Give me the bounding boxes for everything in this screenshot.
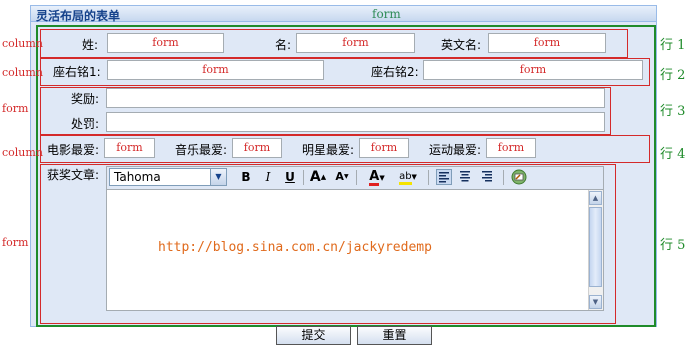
bold-button[interactable]: B <box>237 168 255 186</box>
favorite-sport-label: 运动最爱: <box>429 143 482 157</box>
motto2-label: 座右铭2: <box>371 65 419 79</box>
down-caret-icon: ▼ <box>343 173 349 180</box>
chevron-down-icon: ▼ <box>379 174 385 182</box>
motto1-label: 座右铭1: <box>53 65 101 79</box>
reward-field[interactable] <box>106 88 605 108</box>
highlight-button[interactable]: ab▼ <box>394 168 422 186</box>
font-color-button[interactable]: A▼ <box>364 168 390 186</box>
favorite-star-field[interactable]: form <box>359 138 409 158</box>
favorite-music-label: 音乐最爱: <box>175 143 228 157</box>
shrink-text-button[interactable]: A▼ <box>333 168 351 186</box>
row4-row-label: 行 4 <box>660 147 685 162</box>
up-caret-icon: ▲ <box>320 173 327 181</box>
favorite-movie-label: 电影最爱: <box>47 143 100 157</box>
grow-text-icon: A <box>309 169 321 185</box>
scroll-down-icon[interactable]: ▼ <box>589 295 602 309</box>
editor-content-text: http://blog.sina.com.cn/jackyredemp <box>158 240 432 255</box>
row2-row-label: 行 2 <box>660 68 685 83</box>
row3-row-label: 行 3 <box>660 104 685 119</box>
chevron-down-icon: ▼ <box>411 173 417 181</box>
source-edit-button[interactable] <box>510 168 528 186</box>
row5-side-label: form <box>2 236 29 249</box>
toolbar-separator <box>356 170 357 185</box>
surname-label: 姓: <box>82 38 99 52</box>
given-name-field[interactable]: form <box>296 33 415 53</box>
favorite-star-label: 明星最爱: <box>302 143 355 157</box>
motto2-field[interactable]: form <box>423 60 643 80</box>
reset-button[interactable]: 重置 <box>357 326 432 345</box>
motto1-field[interactable]: form <box>107 60 324 80</box>
grow-text-button[interactable]: A▲ <box>309 168 327 186</box>
header-form-annotation: form <box>372 7 401 21</box>
align-left-button[interactable] <box>436 169 452 185</box>
favorite-sport-field[interactable]: form <box>486 138 536 158</box>
shrink-text-icon: A <box>335 170 344 183</box>
favorite-music-field[interactable]: form <box>232 138 282 158</box>
align-right-icon <box>482 171 492 182</box>
scrollbar-thumb[interactable] <box>589 207 602 287</box>
scroll-up-icon[interactable]: ▲ <box>589 191 602 205</box>
align-left-icon <box>439 172 449 183</box>
panel-title: 灵活布局的表单 <box>36 9 121 23</box>
row1-row-label: 行 1 <box>660 38 685 53</box>
reward-label: 奖励: <box>71 92 100 106</box>
source-edit-icon <box>511 169 527 185</box>
row1-side-label: column <box>2 37 43 50</box>
align-center-icon <box>460 171 470 182</box>
penalty-label: 处罚: <box>71 117 100 131</box>
favorite-movie-field[interactable]: form <box>104 138 155 158</box>
italic-button[interactable]: I <box>259 168 277 186</box>
underline-button[interactable]: U <box>281 168 299 186</box>
highlight-icon: ab <box>399 171 412 185</box>
row5-row-label: 行 5 <box>660 238 685 253</box>
submit-button[interactable]: 提交 <box>276 326 351 345</box>
given-name-label: 名: <box>275 38 292 52</box>
toolbar-separator <box>503 170 504 185</box>
english-name-field[interactable]: form <box>488 33 606 53</box>
english-name-label: 英文名: <box>441 38 482 52</box>
panel-header <box>31 6 656 22</box>
chevron-down-icon[interactable]: ▼ <box>210 169 226 185</box>
toolbar-separator <box>428 170 429 185</box>
surname-field[interactable]: form <box>107 33 224 53</box>
align-right-button[interactable] <box>480 169 496 185</box>
penalty-field[interactable] <box>106 112 605 132</box>
toolbar-separator <box>303 170 304 185</box>
row3-side-label: form <box>2 102 29 115</box>
row4-side-label: column <box>2 146 43 159</box>
row2-side-label: column <box>2 66 43 79</box>
font-color-icon: A <box>369 169 380 186</box>
align-center-button[interactable] <box>458 169 474 185</box>
article-label: 获奖文章: <box>47 168 100 182</box>
